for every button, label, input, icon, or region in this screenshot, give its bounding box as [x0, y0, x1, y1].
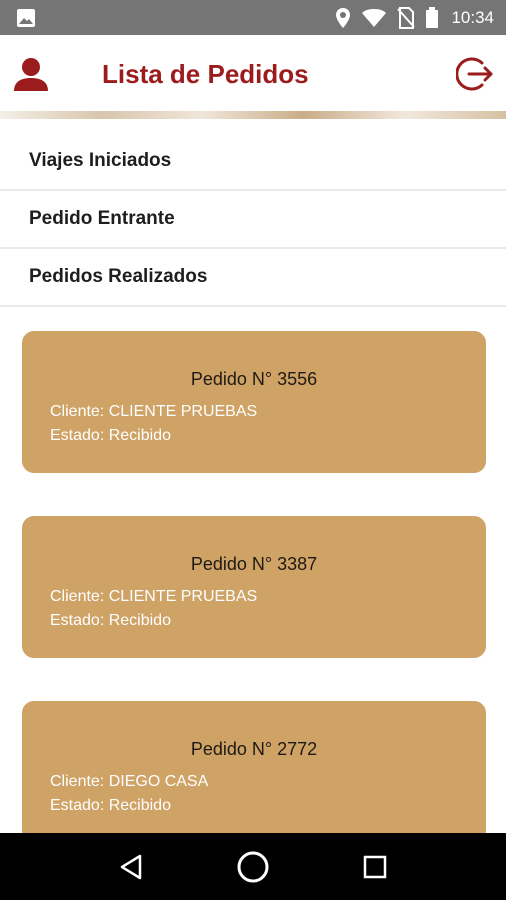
menu-item-pedido-entrante[interactable]: Pedido Entrante — [0, 191, 506, 249]
status-time: 10:34 — [451, 7, 494, 27]
menu-item-viajes-iniciados[interactable]: Viajes Iniciados — [0, 133, 506, 191]
home-icon[interactable] — [233, 847, 273, 887]
order-status: Estado: Recibido — [50, 427, 171, 444]
order-client: Cliente: DIEGO CASA — [50, 773, 209, 790]
user-icon[interactable] — [12, 57, 50, 93]
orders-list: Pedido N° 3556 Cliente: CLIENTE PRUEBAS … — [22, 331, 486, 886]
order-title: Pedido N° 2772 — [190, 739, 318, 759]
image-icon — [16, 8, 36, 28]
order-client: Cliente: CLIENTE PRUEBAS — [50, 403, 258, 420]
banner-image-strip — [0, 111, 506, 119]
order-status: Estado: Recibido — [50, 612, 171, 629]
app-bar: Lista de Pedidos — [0, 35, 506, 113]
recents-icon[interactable] — [355, 847, 395, 887]
location-icon — [335, 7, 351, 29]
order-title: Pedido N° 3387 — [190, 554, 318, 574]
order-title: Pedido N° 3556 — [190, 369, 318, 389]
order-client: Cliente: CLIENTE PRUEBAS — [50, 588, 258, 605]
navigation-bar — [0, 833, 506, 900]
order-status: Estado: Recibido — [50, 797, 171, 814]
status-bar: 10:34 — [0, 0, 506, 35]
no-sim-icon — [397, 6, 416, 29]
back-icon[interactable] — [111, 847, 151, 887]
wifi-icon — [361, 8, 387, 28]
page-title: Lista de Pedidos — [102, 59, 309, 89]
order-card[interactable]: Pedido N° 3387 Cliente: CLIENTE PRUEBAS … — [22, 516, 486, 658]
menu-item-pedidos-realizados[interactable]: Pedidos Realizados — [0, 249, 506, 307]
menu-list: Viajes Iniciados Pedido Entrante Pedidos… — [0, 133, 506, 307]
order-card[interactable]: Pedido N° 2772 Cliente: DIEGO CASA Estad… — [22, 701, 486, 843]
battery-icon — [425, 6, 439, 29]
logout-icon[interactable] — [455, 55, 494, 93]
order-card[interactable]: Pedido N° 3556 Cliente: CLIENTE PRUEBAS … — [22, 331, 486, 473]
